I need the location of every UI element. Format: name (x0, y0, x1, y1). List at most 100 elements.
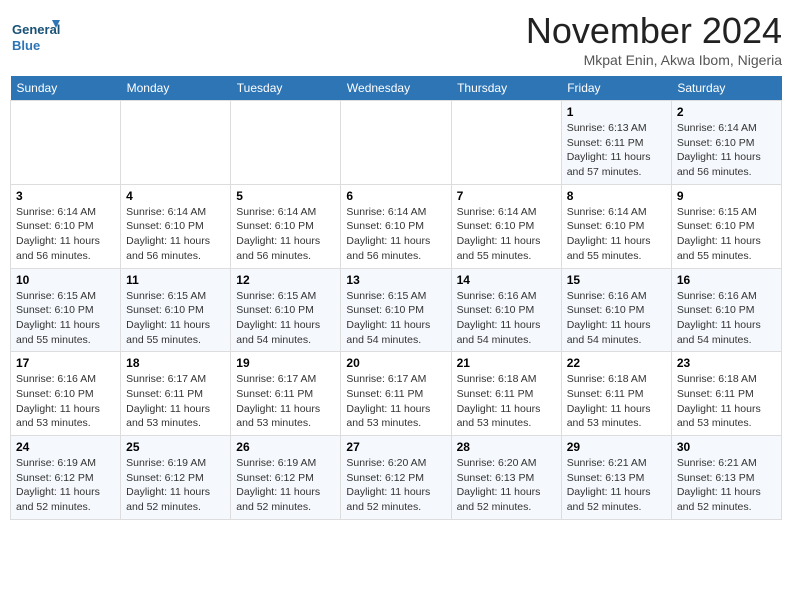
calendar-cell: 22 Sunrise: 6:18 AM Sunset: 6:11 PM Dayli… (561, 352, 671, 436)
calendar-cell: 30Sunrise: 6:21 AM Sunset: 6:13 PM Dayli… (671, 436, 781, 520)
day-number: 12 (236, 273, 335, 287)
calendar-cell: 17Sunrise: 6:16 AM Sunset: 6:10 PM Dayli… (11, 352, 121, 436)
day-info: Sunrise: 6:14 AM Sunset: 6:10 PM Dayligh… (16, 205, 115, 264)
calendar-cell: 28 Sunrise: 6:20 AM Sunset: 6:13 PM Dayli… (451, 436, 561, 520)
calendar-week-2: 3 Sunrise: 6:14 AM Sunset: 6:10 PM Daylig… (11, 184, 782, 268)
svg-text:Blue: Blue (12, 38, 40, 53)
day-number: 13 (346, 273, 445, 287)
calendar-cell: 13 Sunrise: 6:15 AM Sunset: 6:10 PM Dayli… (341, 268, 451, 352)
day-info: Sunrise: 6:19 AM Sunset: 6:12 PM Dayligh… (236, 456, 335, 515)
day-number: 4 (126, 189, 225, 203)
day-number: 17 (16, 356, 115, 370)
day-info: Sunrise: 6:21 AM Sunset: 6:13 PM Dayligh… (677, 456, 776, 515)
calendar-week-4: 17Sunrise: 6:16 AM Sunset: 6:10 PM Dayli… (11, 352, 782, 436)
day-info: Sunrise: 6:15 AM Sunset: 6:10 PM Dayligh… (126, 289, 225, 348)
day-number: 9 (677, 189, 776, 203)
day-number: 29 (567, 440, 666, 454)
calendar-cell: 12 Sunrise: 6:15 AM Sunset: 6:10 PM Dayli… (231, 268, 341, 352)
day-info: Sunrise: 6:16 AM Sunset: 6:10 PM Dayligh… (567, 289, 666, 348)
calendar-table: SundayMondayTuesdayWednesdayThursdayFrid… (10, 76, 782, 520)
weekday-header-row: SundayMondayTuesdayWednesdayThursdayFrid… (11, 76, 782, 101)
title-area: November 2024 Mkpat Enin, Akwa Ibom, Nig… (526, 10, 782, 68)
calendar-cell: 10 Sunrise: 6:15 AM Sunset: 6:10 PM Dayli… (11, 268, 121, 352)
calendar-cell: 18Sunrise: 6:17 AM Sunset: 6:11 PM Dayli… (121, 352, 231, 436)
calendar-cell (451, 101, 561, 185)
day-info: Sunrise: 6:18 AM Sunset: 6:11 PM Dayligh… (567, 372, 666, 431)
weekday-header-thursday: Thursday (451, 76, 561, 101)
calendar-cell: 4 Sunrise: 6:14 AM Sunset: 6:10 PM Daylig… (121, 184, 231, 268)
day-number: 6 (346, 189, 445, 203)
day-info: Sunrise: 6:14 AM Sunset: 6:10 PM Dayligh… (126, 205, 225, 264)
day-info: Sunrise: 6:19 AM Sunset: 6:12 PM Dayligh… (16, 456, 115, 515)
calendar-cell: 16 Sunrise: 6:16 AM Sunset: 6:10 PM Dayli… (671, 268, 781, 352)
day-number: 5 (236, 189, 335, 203)
calendar-cell: 23 Sunrise: 6:18 AM Sunset: 6:11 PM Dayli… (671, 352, 781, 436)
day-info: Sunrise: 6:18 AM Sunset: 6:11 PM Dayligh… (677, 372, 776, 431)
day-number: 7 (457, 189, 556, 203)
day-info: Sunrise: 6:19 AM Sunset: 6:12 PM Dayligh… (126, 456, 225, 515)
weekday-header-friday: Friday (561, 76, 671, 101)
weekday-header-tuesday: Tuesday (231, 76, 341, 101)
day-info: Sunrise: 6:14 AM Sunset: 6:10 PM Dayligh… (346, 205, 445, 264)
calendar-week-3: 10 Sunrise: 6:15 AM Sunset: 6:10 PM Dayli… (11, 268, 782, 352)
day-number: 11 (126, 273, 225, 287)
day-number: 23 (677, 356, 776, 370)
calendar-cell: 2Sunrise: 6:14 AM Sunset: 6:10 PM Daylig… (671, 101, 781, 185)
weekday-header-wednesday: Wednesday (341, 76, 451, 101)
calendar-cell (341, 101, 451, 185)
day-number: 27 (346, 440, 445, 454)
day-number: 3 (16, 189, 115, 203)
calendar-cell (231, 101, 341, 185)
calendar-cell: 27Sunrise: 6:20 AM Sunset: 6:12 PM Dayli… (341, 436, 451, 520)
day-info: Sunrise: 6:17 AM Sunset: 6:11 PM Dayligh… (236, 372, 335, 431)
day-number: 26 (236, 440, 335, 454)
day-number: 22 (567, 356, 666, 370)
day-number: 14 (457, 273, 556, 287)
calendar-cell: 20Sunrise: 6:17 AM Sunset: 6:11 PM Dayli… (341, 352, 451, 436)
day-info: Sunrise: 6:15 AM Sunset: 6:10 PM Dayligh… (16, 289, 115, 348)
day-number: 8 (567, 189, 666, 203)
calendar-cell: 9 Sunrise: 6:15 AM Sunset: 6:10 PM Daylig… (671, 184, 781, 268)
day-info: Sunrise: 6:15 AM Sunset: 6:10 PM Dayligh… (346, 289, 445, 348)
logo-svg: General Blue (10, 16, 60, 60)
calendar-cell: 24 Sunrise: 6:19 AM Sunset: 6:12 PM Dayli… (11, 436, 121, 520)
day-number: 28 (457, 440, 556, 454)
day-info: Sunrise: 6:21 AM Sunset: 6:13 PM Dayligh… (567, 456, 666, 515)
day-number: 2 (677, 105, 776, 119)
day-number: 1 (567, 105, 666, 119)
calendar-cell: 5 Sunrise: 6:14 AM Sunset: 6:10 PM Daylig… (231, 184, 341, 268)
calendar-cell: 3 Sunrise: 6:14 AM Sunset: 6:10 PM Daylig… (11, 184, 121, 268)
calendar-cell: 7 Sunrise: 6:14 AM Sunset: 6:10 PM Daylig… (451, 184, 561, 268)
calendar-cell: 26 Sunrise: 6:19 AM Sunset: 6:12 PM Dayli… (231, 436, 341, 520)
calendar-cell: 1Sunrise: 6:13 AM Sunset: 6:11 PM Daylig… (561, 101, 671, 185)
day-number: 24 (16, 440, 115, 454)
day-info: Sunrise: 6:14 AM Sunset: 6:10 PM Dayligh… (236, 205, 335, 264)
day-number: 25 (126, 440, 225, 454)
day-info: Sunrise: 6:14 AM Sunset: 6:10 PM Dayligh… (457, 205, 556, 264)
weekday-header-saturday: Saturday (671, 76, 781, 101)
day-number: 21 (457, 356, 556, 370)
calendar-cell (121, 101, 231, 185)
day-info: Sunrise: 6:15 AM Sunset: 6:10 PM Dayligh… (236, 289, 335, 348)
day-info: Sunrise: 6:18 AM Sunset: 6:11 PM Dayligh… (457, 372, 556, 431)
day-number: 16 (677, 273, 776, 287)
day-info: Sunrise: 6:16 AM Sunset: 6:10 PM Dayligh… (677, 289, 776, 348)
calendar-cell: 14 Sunrise: 6:16 AM Sunset: 6:10 PM Dayli… (451, 268, 561, 352)
day-info: Sunrise: 6:17 AM Sunset: 6:11 PM Dayligh… (346, 372, 445, 431)
calendar-cell: 25 Sunrise: 6:19 AM Sunset: 6:12 PM Dayli… (121, 436, 231, 520)
day-number: 19 (236, 356, 335, 370)
day-info: Sunrise: 6:20 AM Sunset: 6:13 PM Dayligh… (457, 456, 556, 515)
calendar-cell: 19 Sunrise: 6:17 AM Sunset: 6:11 PM Dayli… (231, 352, 341, 436)
day-number: 15 (567, 273, 666, 287)
day-info: Sunrise: 6:15 AM Sunset: 6:10 PM Dayligh… (677, 205, 776, 264)
calendar-cell: 29 Sunrise: 6:21 AM Sunset: 6:13 PM Dayli… (561, 436, 671, 520)
weekday-header-sunday: Sunday (11, 76, 121, 101)
subtitle: Mkpat Enin, Akwa Ibom, Nigeria (526, 52, 782, 68)
day-number: 10 (16, 273, 115, 287)
day-info: Sunrise: 6:16 AM Sunset: 6:10 PM Dayligh… (457, 289, 556, 348)
calendar-cell: 6 Sunrise: 6:14 AM Sunset: 6:10 PM Daylig… (341, 184, 451, 268)
calendar-cell: 21 Sunrise: 6:18 AM Sunset: 6:11 PM Dayli… (451, 352, 561, 436)
calendar-cell: 11 Sunrise: 6:15 AM Sunset: 6:10 PM Dayli… (121, 268, 231, 352)
calendar-cell: 15 Sunrise: 6:16 AM Sunset: 6:10 PM Dayli… (561, 268, 671, 352)
svg-text:General: General (12, 22, 60, 37)
